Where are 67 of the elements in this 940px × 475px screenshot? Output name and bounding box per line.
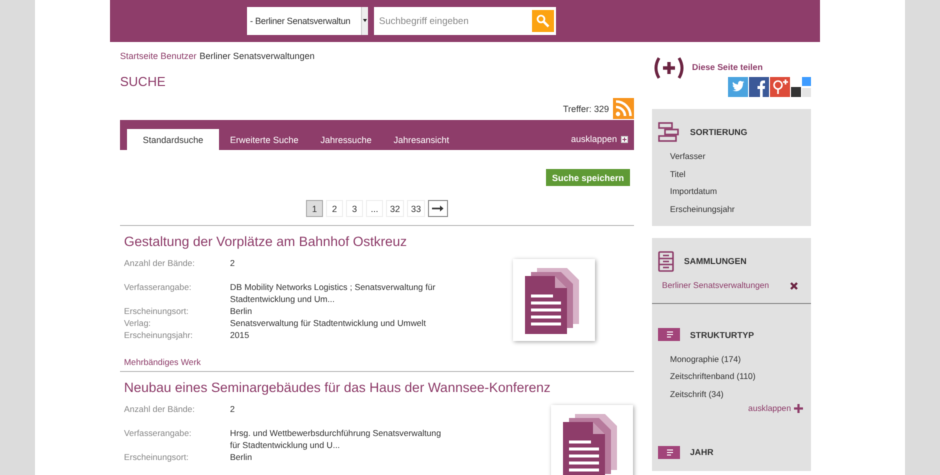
dropdown-caret-icon: [361, 7, 368, 35]
result-title[interactable]: Gestaltung der Vorplätze am Bahnhof Ostkreuz: [124, 234, 407, 249]
field-value: Senatsverwaltung für Stadtentwicklung und Umwelt: [230, 317, 427, 329]
sidebar-item[interactable]: Titel: [670, 166, 686, 183]
list-icon: [658, 328, 680, 341]
page-button[interactable]: 32: [386, 200, 404, 217]
expand-link[interactable]: ausklappen: [570, 134, 617, 144]
f-letter-icon[interactable]: [749, 77, 769, 97]
page-button[interactable]: 33: [407, 200, 426, 217]
g-plus-icon[interactable]: [770, 77, 790, 97]
page-button[interactable]: 1: [306, 200, 323, 217]
collection-select[interactable]: - Berliner Senatsverwaltun: [247, 7, 368, 35]
sidebar-item[interactable]: Zeitschrift (34): [670, 386, 724, 403]
next-page-button[interactable]: [428, 200, 448, 217]
panel-title: JAHR: [690, 447, 714, 457]
page-button[interactable]: 3: [346, 200, 363, 217]
expand-link[interactable]: ausklappen: [748, 403, 791, 413]
breadcrumb-current: Berliner Senatsverwaltungen: [200, 51, 315, 61]
field-value: Berlin: [230, 451, 253, 463]
plus-icon[interactable]: [621, 136, 628, 143]
field-label: Anzahl der Bände:: [124, 403, 196, 415]
field-value: Berlin: [230, 305, 253, 317]
search-tab[interactable]: Standardsuche: [127, 129, 219, 150]
field-label: Erscheinungsort:: [124, 305, 190, 317]
field-value: 2: [230, 257, 236, 269]
share-plus-icon[interactable]: [652, 57, 686, 79]
field-label: Verlag:: [124, 317, 152, 329]
field-value: 2: [230, 403, 236, 415]
close-icon[interactable]: [790, 282, 798, 290]
field-label: Erscheinungsjahr:: [124, 329, 194, 341]
field-value: DB Mobility Networks Logistics ; Senatsverwaltung für Stadtentwicklung und Um...: [230, 281, 436, 305]
stacked-bars-icon: [658, 122, 680, 142]
panel-title: SAMMLUNGEN: [684, 256, 747, 266]
sidebar-item[interactable]: Importdatum: [670, 183, 718, 200]
field-label: Verfasserangabe:: [124, 281, 192, 294]
document-thumbnail[interactable]: [550, 405, 633, 475]
field-label: Verfasserangabe:: [124, 427, 192, 440]
drawers-icon: [658, 250, 674, 272]
squares-icon[interactable]: [791, 77, 811, 97]
field-value: 2015: [230, 329, 250, 341]
field-label: Erscheinungsort:: [124, 451, 190, 463]
plus-icon[interactable]: [794, 404, 803, 412]
page-button[interactable]: 2: [326, 200, 343, 217]
work-type-link[interactable]: Mehrbändiges Werk: [124, 357, 201, 367]
page-title: SUCHE: [120, 74, 167, 89]
panel-title: SORTIERUNG: [690, 127, 748, 137]
document-thumbnail[interactable]: [513, 259, 595, 341]
sidebar-item[interactable]: Monographie (174): [670, 350, 741, 368]
search-bar[interactable]: Suchbegriff eingeben: [374, 7, 556, 35]
sidebar-item[interactable]: Erscheinungsjahr: [670, 200, 735, 218]
result-title[interactable]: Neubau eines Seminargebäudes für das Haus der Wannsee-Konferenz: [124, 380, 551, 395]
search-tab[interactable]: Jahressuche: [310, 129, 383, 150]
search-tab[interactable]: Jahresansicht: [382, 129, 460, 150]
page-button[interactable]: ...: [366, 200, 383, 217]
arrow-right-icon: [432, 205, 444, 212]
field-value: Hrsg. und Wettbewerbsdurchführung Senatsverwaltung für Stadtentwicklung und U...: [230, 427, 442, 451]
search-icon: [536, 14, 550, 28]
breadcrumb-link[interactable]: Startseite Benutzer: [120, 51, 197, 61]
field-label: Anzahl der Bände:: [124, 257, 196, 269]
sidebar-item[interactable]: Berliner Senatsverwaltungen: [662, 277, 770, 294]
list-icon: [658, 446, 680, 458]
sidebar-item[interactable]: Verfasser: [670, 148, 706, 166]
hit-count: Treffer: 329: [562, 104, 609, 114]
sidebar-item[interactable]: Zeitschriftenband (110): [670, 368, 756, 386]
search-tab[interactable]: Erweiterte Suche: [219, 129, 310, 150]
share-link[interactable]: Diese Seite teilen: [692, 62, 763, 72]
panel-title: STRUKTURTYP: [690, 330, 754, 340]
